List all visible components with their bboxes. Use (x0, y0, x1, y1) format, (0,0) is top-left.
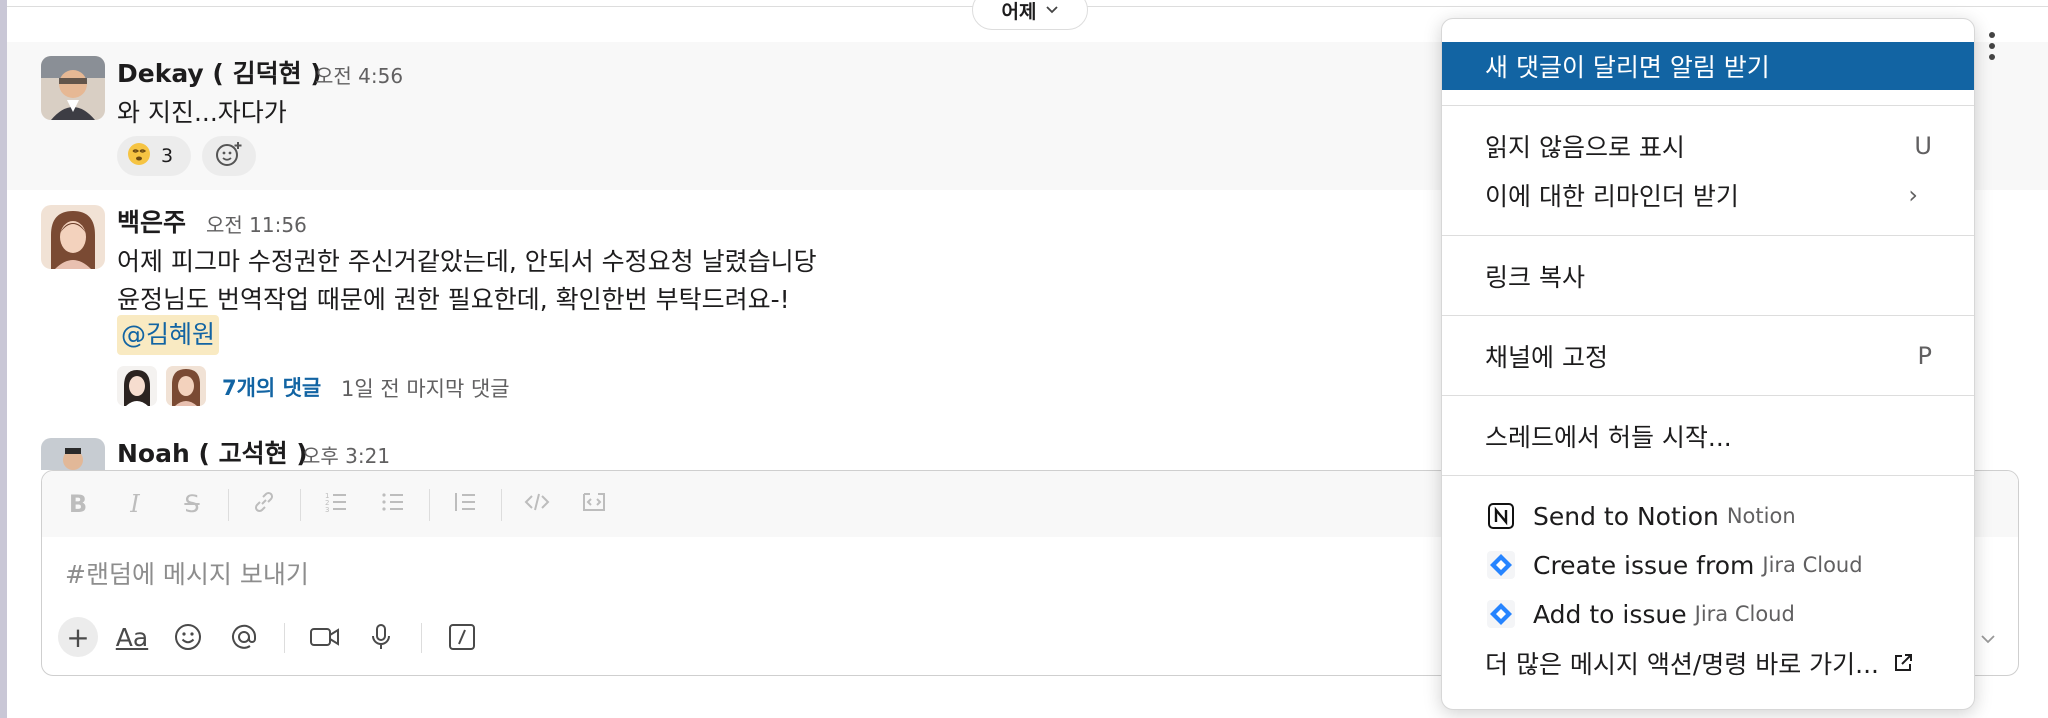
jira-icon (1485, 598, 1517, 630)
menu-item-copy-link[interactable]: 링크 복사 (1442, 252, 1974, 300)
bulleted-list-icon[interactable] (378, 489, 408, 519)
date-divider-label: 어제 (1001, 0, 1037, 23)
menu-item-more-actions[interactable]: 더 많은 메시지 액션/명령 바로 가기... (1442, 639, 1974, 687)
chevron-right-icon: › (1908, 181, 1918, 209)
menu-item-label: Create issue from (1533, 550, 1755, 580)
menu-divider (1442, 235, 1974, 236)
menu-divider (1442, 315, 1974, 316)
reaction-pill[interactable]: 3 (117, 136, 191, 176)
toolbar-divider (501, 489, 502, 521)
message-text: 와 지진...자다가 (117, 98, 287, 127)
notion-icon (1485, 500, 1517, 532)
blockquote-icon[interactable] (450, 489, 480, 519)
message-text: 윤정님도 번역작업 때문에 권한 필요한데, 확인한번 부탁드려요-! (117, 285, 790, 314)
text-format-icon[interactable]: Aa (112, 617, 152, 657)
menu-item-label: 새 댓글이 달리면 알림 받기 (1485, 53, 1770, 82)
avatar[interactable] (41, 56, 105, 120)
slash-command-icon[interactable] (442, 617, 482, 657)
strikethrough-icon[interactable]: S (177, 489, 207, 519)
message-sender[interactable]: Dekay ( 김덕현 ) (117, 54, 322, 90)
jira-icon (1485, 549, 1517, 581)
menu-divider (1442, 395, 1974, 396)
video-icon[interactable] (305, 617, 345, 657)
menu-item-create-jira-issue[interactable]: Create issue from Jira Cloud (1442, 541, 1974, 589)
plus-icon[interactable]: + (58, 617, 98, 657)
app-name: Jira Cloud (1762, 553, 1863, 577)
menu-item-start-huddle[interactable]: 스레드에서 허들 시작... (1442, 412, 1974, 460)
avatar[interactable] (41, 438, 105, 470)
code-icon[interactable] (522, 489, 552, 519)
vertical-ellipsis-icon (1989, 32, 1995, 60)
menu-item-mark-unread[interactable]: 읽지 않음으로 표시 U (1442, 122, 1974, 170)
bold-icon[interactable]: B (63, 489, 93, 519)
menu-item-label: 이에 대한 리마인더 받기 (1485, 182, 1739, 211)
menu-item-remind-me[interactable]: 이에 대한 리마인더 받기 › (1442, 171, 1974, 219)
add-emoji-icon (215, 140, 243, 173)
code-block-icon[interactable] (579, 489, 609, 519)
thread-participant-avatar (166, 366, 206, 406)
toolbar-divider (300, 489, 301, 521)
date-divider-button[interactable]: 어제 (972, 0, 1088, 30)
menu-divider (1442, 105, 1974, 106)
thread-last-reply-time: 1일 전 마지막 댓글 (341, 377, 510, 401)
keyboard-shortcut: U (1914, 132, 1932, 160)
app-name: Jira Cloud (1694, 602, 1795, 626)
more-actions-button[interactable] (1972, 18, 2012, 74)
message-sender[interactable]: 백은주 (117, 203, 186, 239)
menu-divider (1442, 475, 1974, 476)
menu-item-send-to-notion[interactable]: Send to Notion Notion (1442, 492, 1974, 540)
message-timestamp[interactable]: 오전 11:56 (206, 209, 307, 238)
menu-item-label: 더 많은 메시지 액션/명령 바로 가기... (1485, 650, 1879, 679)
message-timestamp[interactable]: 오후 3:21 (302, 440, 390, 469)
microphone-icon[interactable] (361, 617, 401, 657)
menu-item-label: 스레드에서 허들 시작... (1485, 423, 1732, 452)
italic-icon[interactable]: I (120, 489, 150, 519)
chevron-down-icon (1046, 3, 1059, 17)
message-sender[interactable]: Noah ( 고석현 ) (117, 434, 308, 470)
app-name: Notion (1726, 504, 1796, 528)
thread-reply-count-link[interactable]: 7개의 댓글 (222, 372, 321, 402)
message-context-menu: 새 댓글이 달리면 알림 받기 읽지 않음으로 표시 U 이에 대한 리마인더 … (1441, 18, 1975, 710)
menu-item-label: 읽지 않음으로 표시 (1485, 133, 1685, 162)
message-timestamp[interactable]: 오전 4:56 (315, 60, 403, 89)
message-text: 어제 피그마 수정권한 주신거같았는데, 안되서 수정요청 날렸습니당 (117, 247, 817, 276)
ordered-list-icon[interactable]: 123 (321, 489, 351, 519)
menu-item-label: 채널에 고정 (1485, 343, 1608, 372)
thread-participant-avatar (117, 366, 157, 406)
emoji-icon[interactable] (168, 617, 208, 657)
menu-item-pin-to-channel[interactable]: 채널에 고정 P (1442, 332, 1974, 380)
keyboard-shortcut: P (1917, 342, 1932, 370)
window-left-edge (0, 0, 7, 718)
menu-item-label: 링크 복사 (1485, 263, 1585, 292)
add-reaction-button[interactable] (202, 136, 256, 176)
svg-text:3: 3 (325, 506, 329, 514)
menu-item-label: Add to issue (1533, 599, 1687, 629)
message-input[interactable]: #랜덤에 메시지 보내기 (65, 555, 309, 591)
reaction-count: 3 (161, 145, 174, 167)
chevron-down-icon[interactable] (1980, 629, 1996, 648)
avatar[interactable] (41, 205, 105, 269)
toolbar-divider (228, 489, 229, 521)
toolbar-divider (421, 623, 422, 653)
dizzy-face-emoji-icon (127, 142, 151, 171)
mention-icon[interactable] (224, 617, 264, 657)
menu-item-follow-thread[interactable]: 새 댓글이 달리면 알림 받기 (1442, 42, 1974, 90)
menu-item-add-to-jira-issue[interactable]: Add to issue Jira Cloud (1442, 590, 1974, 638)
toolbar-divider (284, 623, 285, 653)
menu-item-label: Send to Notion (1533, 501, 1719, 531)
toolbar-divider (429, 489, 430, 521)
link-icon[interactable] (249, 489, 279, 519)
user-mention[interactable]: @김혜원 (117, 315, 220, 355)
external-link-icon (1891, 651, 1915, 675)
